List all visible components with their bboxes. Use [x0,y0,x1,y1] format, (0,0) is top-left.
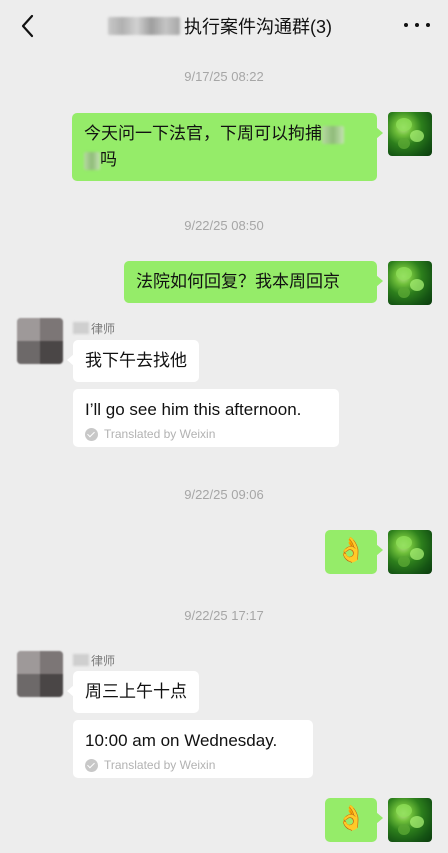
redacted-text [322,125,344,144]
avatar-self[interactable] [388,530,432,574]
translation-card[interactable]: I’ll go see him this afternoon. Translat… [73,389,339,447]
translation-text: 10:00 am on Wednesday. [85,731,278,750]
translated-by: Translated by Weixin [85,758,301,772]
redacted-name [73,322,89,334]
chevron-left-icon[interactable] [18,13,40,39]
avatar-self[interactable] [388,261,432,305]
sender-name: 律师 [73,652,115,668]
more-dots-icon[interactable] [404,18,430,32]
redacted-name [108,17,180,35]
timestamp: 9/22/25 09:06 [184,487,264,502]
message-bubble-self[interactable]: 法院如何回复？我本周回京 [124,261,383,303]
translation-card[interactable]: 10:00 am on Wednesday. Translated by Wei… [73,720,313,778]
avatar-other[interactable] [17,651,63,697]
check-circle-icon [85,758,98,772]
message-bubble-self[interactable]: 👌 [325,798,383,842]
avatar-self[interactable] [388,112,432,156]
chat-title-text: 执行案件沟通群(3) [184,17,332,37]
timestamp: 9/22/25 08:50 [184,218,264,233]
redacted-text [84,151,100,170]
timestamp: 9/17/25 08:22 [184,69,264,84]
redacted-name [73,654,89,666]
message-bubble-self[interactable]: 👌 [325,530,383,574]
sender-name: 律师 [73,320,115,336]
ok-hand-emoji: 👌 [336,537,366,564]
avatar-other[interactable] [17,318,63,364]
timestamp: 9/22/25 17:17 [184,608,264,623]
translation-text: I’ll go see him this afternoon. [85,400,302,419]
chat-title: 执行案件沟通群(3) [108,13,332,39]
message-bubble-other[interactable]: 我下午去找他 [67,340,199,382]
message-bubble-other[interactable]: 周三上午十点 [67,671,199,713]
avatar-self[interactable] [388,798,432,842]
chat-header: 执行案件沟通群(3) [0,0,448,52]
check-circle-icon [85,427,98,441]
translated-by: Translated by Weixin [85,427,327,441]
ok-hand-emoji: 👌 [336,805,366,832]
message-bubble-self[interactable]: 今天问一下法官，下周可以拘捕 吗 [72,113,383,181]
